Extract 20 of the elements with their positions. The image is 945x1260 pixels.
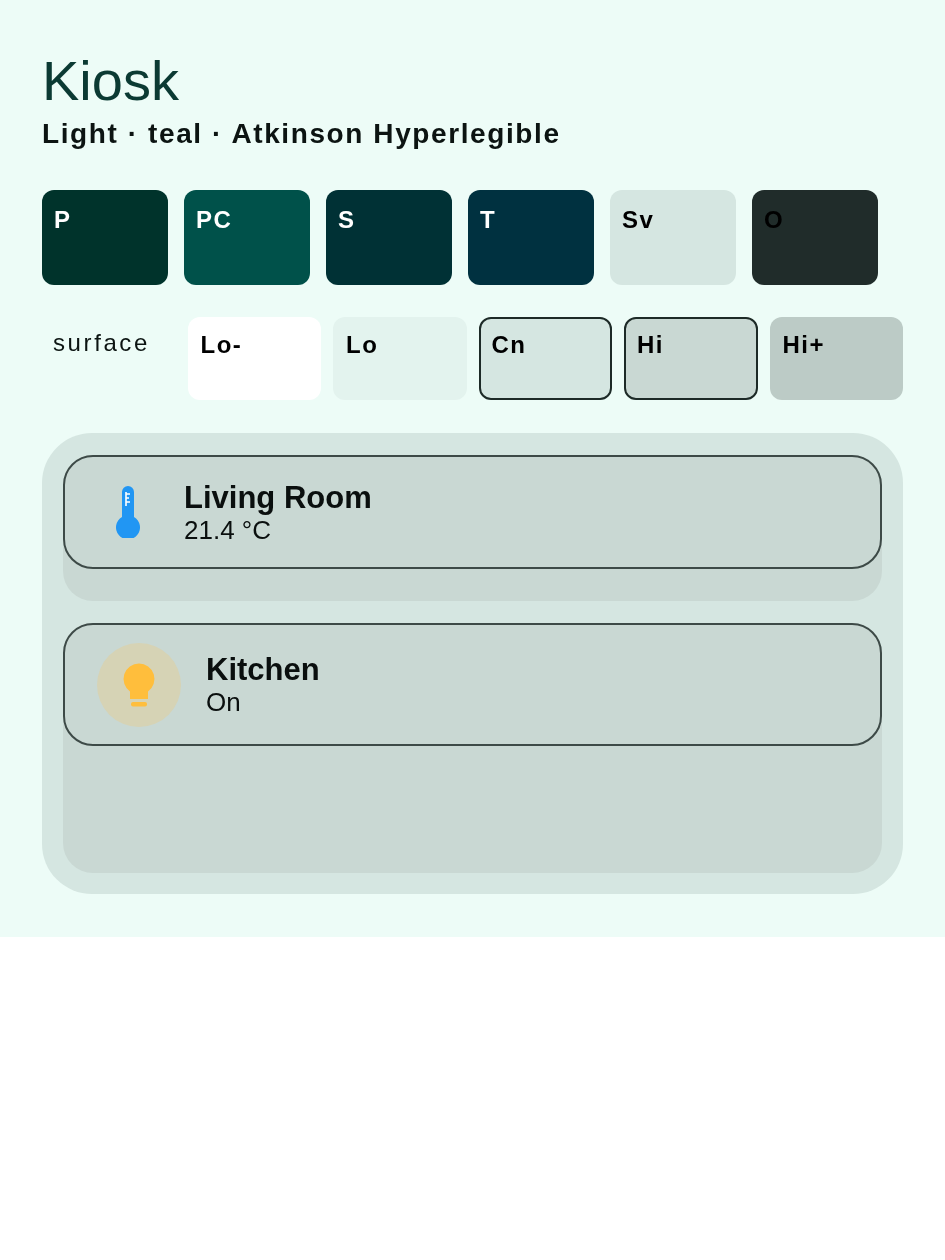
swatch-label: PC xyxy=(196,206,233,234)
device-name: Kitchen xyxy=(206,652,320,687)
device-reading: On xyxy=(206,687,241,717)
swatch-label: Lo- xyxy=(200,331,243,359)
surface-row-label: surface xyxy=(52,328,151,358)
theme-subtitle: Light · teal · Atkinson Hyperlegible xyxy=(42,117,561,151)
device-card[interactable]: Living Room 21.4 °C xyxy=(63,455,882,569)
swatch-label: Sv xyxy=(622,206,655,234)
device-reading: 21.4 °C xyxy=(184,514,271,545)
thermometer-icon xyxy=(115,486,141,538)
swatch-label: S xyxy=(338,206,356,234)
page-title: Kiosk xyxy=(42,49,179,113)
swatch-label: T xyxy=(480,206,497,234)
swatch-label: P xyxy=(54,206,72,234)
swatch-label: Hi+ xyxy=(782,331,825,359)
swatch-label: Hi xyxy=(637,331,664,359)
swatch-label: Cn xyxy=(491,331,527,359)
device-card[interactable]: Kitchen On xyxy=(63,623,882,746)
device-name: Living Room xyxy=(184,479,372,515)
swatch-label: Lo xyxy=(346,331,379,359)
